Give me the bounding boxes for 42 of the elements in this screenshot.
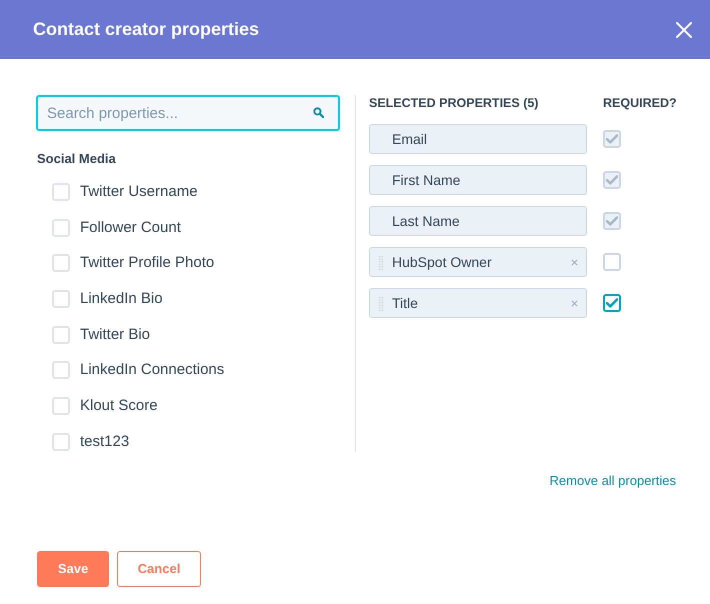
property-label[interactable]: Follower Count [80,218,181,237]
property-label: Email [392,131,428,147]
property-label[interactable]: LinkedIn Connections [80,361,224,380]
property-label[interactable]: Klout Score [80,396,158,415]
required-heading: REQUIRED? [603,96,677,110]
remove-button[interactable] [569,298,579,308]
remove-button[interactable] [569,257,579,267]
checkbox[interactable] [52,182,70,201]
property-label: First Name [392,172,460,188]
checkbox[interactable] [52,432,70,451]
property-label: Last Name [392,213,460,229]
check-icon [606,298,618,308]
remove-all-link[interactable]: Remove all properties [550,472,676,488]
selected-property[interactable]: HubSpot Owner [369,247,587,277]
property-label[interactable]: Twitter Profile Photo [80,254,214,272]
required-checkbox[interactable] [603,294,621,312]
selected-properties-heading: SELECTED PROPERTIES (5) [369,96,540,110]
checkbox[interactable] [52,396,70,415]
property-label[interactable]: Twitter Username [80,182,198,201]
group-heading: Social Media [37,151,117,167]
dialog-title: Contact creator properties [33,18,260,41]
property-label: Title [392,295,418,311]
close-icon [676,22,692,38]
required-checkbox[interactable] [603,253,621,271]
check-icon [606,134,618,144]
checkbox[interactable] [52,361,70,380]
checkbox[interactable] [52,326,70,344]
close-button[interactable] [675,20,693,38]
close-icon [570,300,578,306]
property-label[interactable]: test123 [80,432,130,451]
check-icon [606,216,618,226]
checkbox[interactable] [52,254,70,272]
selected-property[interactable]: Title [369,288,587,318]
property-label[interactable]: LinkedIn Bio [80,290,163,308]
property-label: HubSpot Owner [392,254,492,270]
check-icon [606,175,618,185]
close-icon [570,258,578,266]
property-label[interactable]: Twitter Bio [80,326,150,344]
search-icon [313,107,324,118]
checkbox[interactable] [52,218,70,237]
checkbox[interactable] [52,290,70,308]
search-field[interactable]: Search properties... [36,95,340,131]
